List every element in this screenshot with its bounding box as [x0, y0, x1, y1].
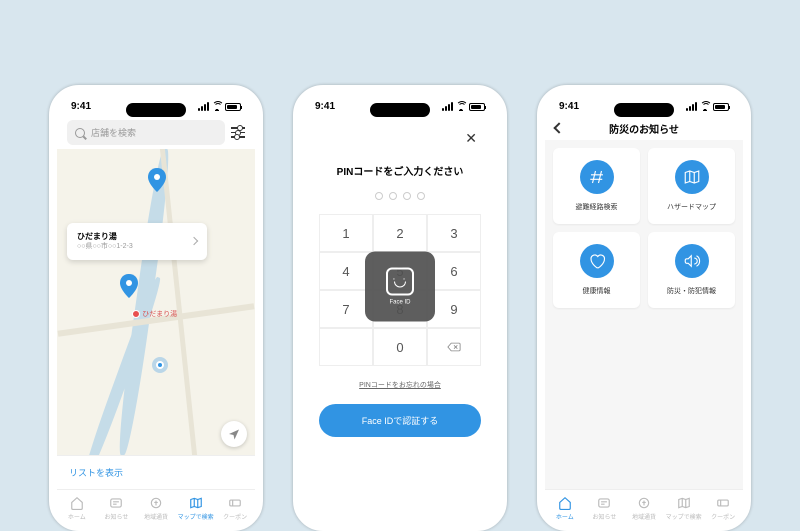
key-0[interactable]: 0 [373, 328, 427, 366]
map-pin[interactable] [148, 167, 166, 193]
faceid-auth-button[interactable]: Face IDで認証する [319, 404, 481, 437]
megaphone-icon [675, 244, 709, 278]
hazard-map-icon [675, 160, 709, 194]
tab-bar: ホーム お知らせ 地域通貨 マップで検索 クーポン [57, 489, 255, 523]
wifi-icon [456, 103, 466, 111]
status-time: 9:41 [315, 101, 335, 112]
tab-coupon[interactable]: クーポン [215, 496, 255, 521]
map-callout[interactable]: ひだまり湯 ○○県○○市○○1-2-3 [67, 223, 207, 260]
card-prevention[interactable]: 防災・防犯情報 [648, 232, 735, 308]
chevron-right-icon [190, 237, 198, 245]
close-button[interactable]: ✕ [461, 126, 481, 151]
search-icon [75, 128, 85, 138]
tab-map[interactable]: マップで検索 [664, 496, 704, 521]
search-placeholder: 店舗を検索 [91, 126, 136, 139]
phone-pin: 9:41 ✕ PINコードをご入力ください 1 2 3 4 5 6 7 8 [293, 85, 507, 531]
faceid-overlay: Face ID [365, 252, 435, 322]
key-9[interactable]: 9 [427, 290, 481, 328]
tab-home[interactable]: ホーム [545, 496, 585, 521]
list-toggle-button[interactable]: リストを表示 [57, 455, 255, 489]
keypad: 1 2 3 4 5 6 7 8 9 0 Face ID [319, 214, 481, 366]
phone-map: 9:41 店舗を検索 ひだまり湯 [49, 85, 263, 531]
wifi-icon [212, 103, 222, 111]
route-icon [580, 160, 614, 194]
callout-title: ひだまり湯 [77, 231, 133, 242]
tab-coupon[interactable]: クーポン [703, 496, 743, 521]
map-poi-label: ひだまり湯 [132, 309, 177, 319]
callout-address: ○○県○○市○○1-2-3 [77, 242, 133, 252]
key-2[interactable]: 2 [373, 214, 427, 252]
pin-title: PINコードをご入力ください [337, 163, 464, 178]
faceid-icon [386, 268, 414, 296]
filter-button[interactable] [231, 126, 245, 140]
signal-icon [198, 102, 209, 111]
status-time: 9:41 [71, 101, 91, 112]
key-empty [319, 328, 373, 366]
tab-map[interactable]: マップで検索 [176, 496, 216, 521]
notch [126, 103, 186, 117]
card-health[interactable]: 健康情報 [553, 232, 640, 308]
status-time: 9:41 [559, 101, 579, 112]
search-input[interactable]: 店舗を検索 [67, 120, 225, 145]
battery-icon [225, 103, 241, 111]
forgot-pin-link[interactable]: PINコードをお忘れの場合 [359, 380, 441, 390]
page-title: 防災のお知らせ [545, 121, 743, 136]
health-icon [580, 244, 614, 278]
card-route[interactable]: 避難経路検索 [553, 148, 640, 224]
key-6[interactable]: 6 [427, 252, 481, 290]
phone-disaster: 9:41 防災のお知らせ 避難経路検索 ハザードマップ 健康情報 [537, 85, 751, 531]
key-3[interactable]: 3 [427, 214, 481, 252]
battery-icon [469, 103, 485, 111]
wifi-icon [700, 103, 710, 111]
battery-icon [713, 103, 729, 111]
current-location-dot [156, 361, 164, 369]
tab-currency[interactable]: 地域通貨 [624, 496, 664, 521]
card-hazard[interactable]: ハザードマップ [648, 148, 735, 224]
notch [614, 103, 674, 117]
key-backspace[interactable] [427, 328, 481, 366]
signal-icon [442, 102, 453, 111]
tab-home[interactable]: ホーム [57, 496, 97, 521]
tab-notice[interactable]: お知らせ [585, 496, 625, 521]
map-pin[interactable] [120, 273, 138, 299]
notch [370, 103, 430, 117]
key-1[interactable]: 1 [319, 214, 373, 252]
page-header: 防災のお知らせ [545, 116, 743, 140]
tab-notice[interactable]: お知らせ [97, 496, 137, 521]
card-grid: 避難経路検索 ハザードマップ 健康情報 防災・防犯情報 [545, 140, 743, 489]
tab-bar: ホーム お知らせ 地域通貨 マップで検索 クーポン [545, 489, 743, 523]
pin-dots [375, 192, 425, 200]
signal-icon [686, 102, 697, 111]
map-view[interactable]: ひだまり湯 ○○県○○市○○1-2-3 ひだまり湯 [57, 149, 255, 455]
faceid-label: Face ID [389, 300, 410, 306]
locate-button[interactable] [221, 421, 247, 447]
tab-currency[interactable]: 地域通貨 [136, 496, 176, 521]
